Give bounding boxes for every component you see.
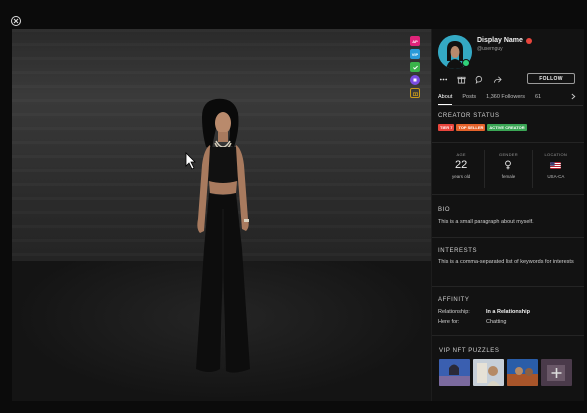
nft-thumbnail[interactable] [439,359,470,386]
gift-badge-icon[interactable] [410,88,420,98]
stat-label: LOCATION [544,152,568,157]
affinity-key: Relationship: [438,309,470,315]
avatar-figure[interactable] [172,69,272,389]
gift-icon[interactable] [456,74,466,84]
ap-badge[interactable]: AP [410,36,420,46]
stat-label: GENDER [499,152,518,157]
divider [432,237,584,238]
affinity-title: AFFINITY [438,297,470,303]
stat-label: AGE [456,152,466,157]
tab-about[interactable]: About [438,92,453,105]
more-icon[interactable] [438,74,448,84]
side-badge-column: AP VIP [410,36,422,98]
nft-thumbnail[interactable] [541,359,572,386]
tab-following[interactable]: 61 [535,92,541,105]
profile-stats: AGE 22 years old GENDER female LOCATION [438,150,579,188]
affinity-row: Relationship: In a Relationship [438,309,530,315]
nft-thumbnail[interactable] [473,359,504,386]
divider [432,286,584,287]
stat-location: LOCATION USA-CA [533,150,579,188]
bio-title: BIO [438,207,451,213]
profile-panel: Display Name @usernguy FOLLOW About Post… [431,29,584,401]
avatar-3d-viewport[interactable]: AP VIP [12,29,431,401]
stat-sub: female [501,174,516,179]
interests-title: INTERESTS [438,248,478,254]
stat-age: AGE 22 years old [438,150,486,188]
chevron-right-icon[interactable] [571,93,576,102]
affinity-value: Chatting [486,319,507,325]
check-badge-icon[interactable] [410,62,420,72]
female-symbol-icon [504,159,512,171]
us-flag-icon [550,159,562,171]
stat-sub: years old [452,174,471,179]
affinity-row: Here for: Chatting [438,319,507,325]
interests-text: This is a comma-separated list of keywor… [438,259,574,265]
nft-title: VIP NFT PUZZLES [439,348,500,354]
tab-posts[interactable]: Posts [462,92,476,105]
nft-thumbnail[interactable] [507,359,538,386]
stat-sub: USA-CA [547,174,565,179]
online-status-dot [462,59,470,67]
bio-text: This is a small paragraph about myself. [438,219,534,225]
stat-value: 22 [455,159,468,171]
display-name: Display Name [477,37,532,44]
badge-icon [525,37,532,44]
affinity-value: In a Relationship [486,309,531,315]
status-badge: TIER 7 [438,124,455,131]
vip-badge[interactable]: VIP [410,49,420,59]
chat-icon[interactable] [474,74,484,84]
window: AP VIP Display Name @usernguy FOLLOW Abo… [0,0,587,413]
creator-status-tags: TIER 7 TOP SELLER ACTIVE CREATOR [438,124,527,131]
nft-thumbnails [439,359,572,386]
divider [432,335,584,336]
divider [432,142,584,143]
affinity-key: Here for: [438,319,460,325]
share-icon[interactable] [492,74,502,84]
close-icon[interactable] [11,16,21,26]
follow-button[interactable]: FOLLOW [527,73,575,84]
divider [432,194,584,195]
mouse-cursor-icon [185,152,196,170]
username: @usernguy [477,46,503,52]
status-badge: ACTIVE CREATOR [487,124,527,131]
creator-status-title: CREATOR STATUS [438,113,500,119]
status-badge: TOP SELLER [456,124,486,131]
profile-tabs: About Posts 1,360 Followers 61 [438,92,583,106]
stat-gender: GENDER female [485,150,533,188]
cube-badge-icon[interactable] [410,75,420,85]
tab-followers[interactable]: 1,360 Followers [486,92,525,105]
